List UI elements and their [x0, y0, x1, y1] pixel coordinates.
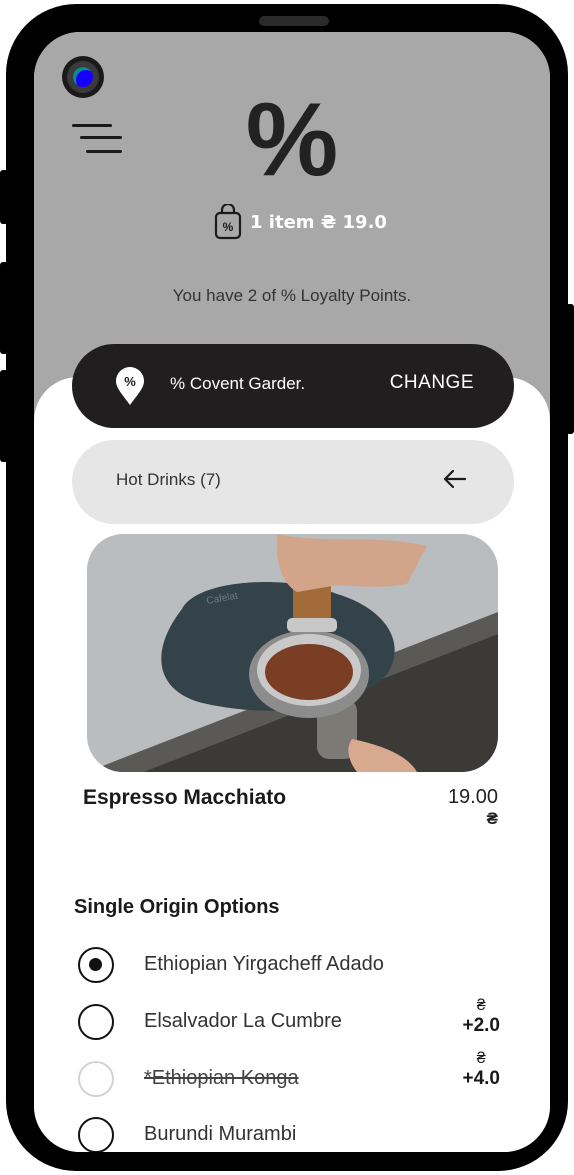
radio-button[interactable]: [78, 1117, 114, 1152]
cart-summary-text: 1 item ₴ 19.0: [250, 211, 387, 233]
shopping-bag-icon: %: [214, 204, 242, 240]
option-row-burundi-murambi[interactable]: Burundi Murambi: [78, 1112, 508, 1152]
product-image: Cafelat: [87, 534, 498, 772]
option-row-ethiopian-yirgacheff[interactable]: Ethiopian Yirgacheff Adado: [78, 942, 508, 992]
change-location-button[interactable]: CHANGE: [390, 372, 474, 394]
radio-button-selected[interactable]: [78, 947, 114, 983]
arrow-left-icon[interactable]: [442, 466, 468, 492]
svg-text:%: %: [223, 220, 234, 234]
option-label: Burundi Murambi: [144, 1123, 297, 1145]
location-pin-icon: %: [116, 367, 144, 405]
option-surcharge-value: +4.0: [462, 1068, 500, 1090]
front-camera: [62, 56, 104, 98]
option-row-elsalvador[interactable]: Elsalvador La Cumbre ₴ +2.0: [78, 997, 508, 1049]
product-price-currency: ₴: [486, 809, 498, 828]
brand-logo: %: [245, 82, 339, 198]
category-label: Hot Drinks (7): [116, 470, 221, 489]
option-label: Ethiopian Yirgacheff Adado: [144, 953, 384, 975]
product-price-value: 19.00: [447, 786, 498, 808]
option-surcharge-currency: ₴: [476, 997, 486, 1014]
option-surcharge-currency: ₴: [476, 1050, 486, 1067]
side-button-right: [566, 304, 574, 434]
radio-button-disabled: [78, 1061, 114, 1097]
category-selector[interactable]: Hot Drinks (7): [72, 440, 514, 524]
product-price: 19.00 ₴: [448, 786, 498, 829]
side-button-left-1: [0, 170, 8, 224]
loyalty-points-text: You have 2 of % Loyalty Points.: [172, 286, 412, 305]
svg-text:%: %: [124, 374, 136, 389]
option-label: *Ethiopian Konga: [144, 1067, 299, 1089]
cart-summary[interactable]: % 1 item ₴ 19.0: [214, 204, 387, 240]
option-surcharge-value: +2.0: [462, 1015, 500, 1037]
radio-button[interactable]: [78, 1004, 114, 1040]
hamburger-menu-icon[interactable]: [72, 122, 124, 162]
location-name: % Covent Garder.: [170, 374, 306, 393]
option-label: Elsalvador La Cumbre: [144, 1010, 342, 1032]
location-selector[interactable]: % % Covent Garder. CHANGE: [72, 344, 514, 428]
option-surcharge: ₴ +2.0: [462, 997, 500, 1037]
screen: % % 1 item ₴ 19.0 You have 2 of % Loyalt…: [34, 32, 550, 1152]
side-button-left-3: [0, 370, 8, 462]
earpiece-speaker: [259, 16, 329, 26]
option-row-ethiopian-konga: *Ethiopian Konga ₴ +4.0: [78, 1050, 508, 1106]
phone-frame: % % 1 item ₴ 19.0 You have 2 of % Loyalt…: [0, 4, 574, 1171]
side-button-left-2: [0, 262, 8, 354]
option-surcharge: ₴ +4.0: [462, 1050, 500, 1090]
options-title: Single Origin Options: [74, 896, 280, 918]
product-name: Espresso Macchiato: [83, 786, 287, 809]
